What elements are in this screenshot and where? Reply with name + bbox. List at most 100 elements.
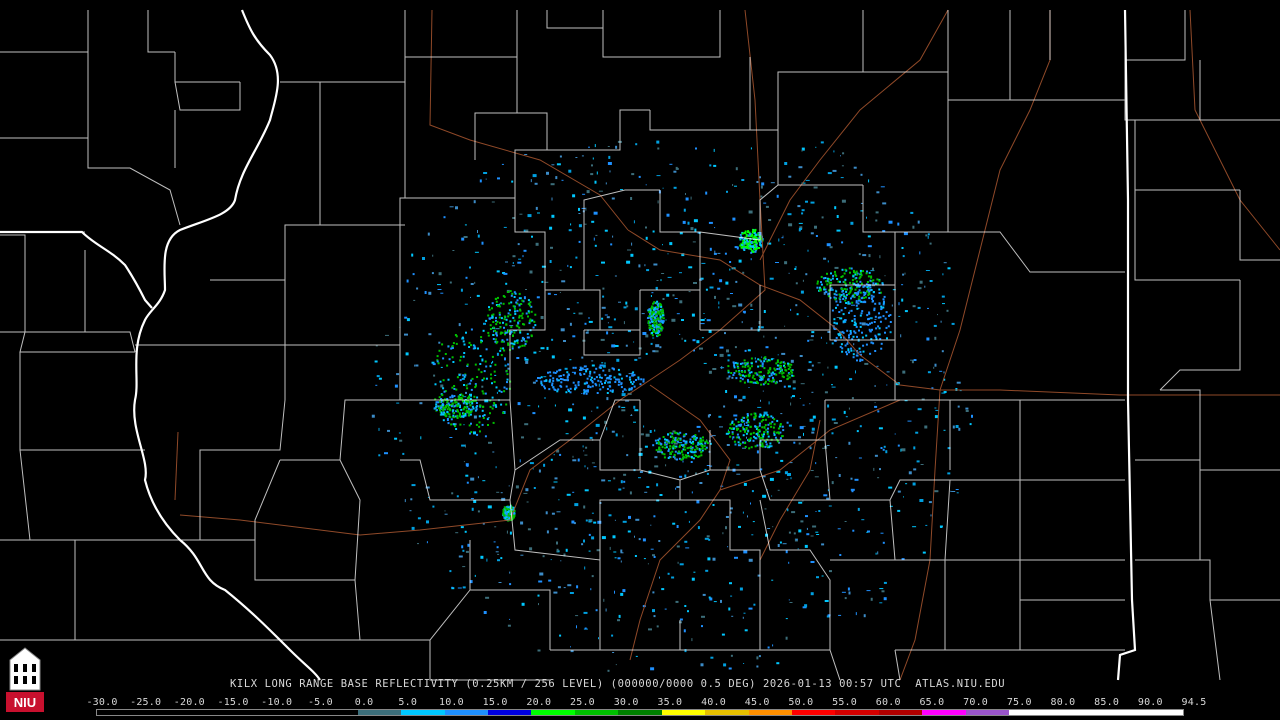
- echo-pixel: [748, 607, 753, 610]
- echo-pixel: [489, 324, 492, 327]
- echo-pixel: [816, 286, 819, 289]
- echo-pixel: [503, 295, 506, 298]
- echo-pixel: [631, 173, 635, 176]
- echo-pixel: [481, 358, 484, 362]
- echo-pixel: [577, 384, 580, 387]
- echo-pixel: [693, 454, 696, 457]
- echo-pixel: [848, 311, 850, 314]
- echo-pixel: [743, 482, 747, 486]
- echo-pixel: [485, 319, 488, 322]
- echo-pixel: [513, 291, 516, 294]
- echo-pixel: [902, 255, 905, 258]
- echo-pixel: [679, 272, 682, 274]
- colorbar-tick-label: 20.0: [526, 697, 552, 708]
- echo-pixel: [634, 358, 638, 361]
- echo-pixel: [601, 479, 606, 482]
- echo-pixel: [897, 490, 901, 493]
- echo-pixel: [606, 397, 609, 401]
- echo-pixel: [859, 359, 862, 362]
- echo-pixel: [901, 298, 904, 302]
- echo-pixel: [491, 396, 494, 399]
- echo-pixel: [458, 323, 461, 327]
- echo-pixel: [883, 295, 886, 298]
- echo-pixel: [816, 576, 819, 579]
- echo-pixel: [451, 356, 454, 359]
- echo-pixel: [926, 337, 930, 341]
- product-caption: KILX LONG RANGE BASE REFLECTIVITY (0.25K…: [230, 678, 1006, 690]
- echo-pixel: [502, 302, 505, 305]
- echo-pixel: [882, 315, 885, 318]
- echo-pixel: [449, 416, 452, 419]
- echo-pixel: [889, 331, 892, 334]
- echo-pixel: [796, 313, 799, 316]
- echo-pixel: [551, 197, 553, 201]
- echo-pixel: [481, 409, 484, 412]
- echo-pixel: [523, 338, 525, 341]
- echo-pixel: [576, 585, 579, 589]
- echo-pixel: [535, 242, 539, 246]
- echo-pixel: [692, 435, 695, 438]
- colorbar-tick-label: -30.0: [86, 697, 118, 708]
- echo-pixel: [606, 392, 609, 394]
- echo-pixel: [559, 634, 562, 637]
- echo-pixel: [507, 315, 510, 318]
- echo-pixel: [613, 376, 616, 379]
- echo-pixel: [532, 381, 536, 384]
- echo-pixel: [449, 409, 452, 412]
- colorbar-segment: [1052, 710, 1097, 715]
- echo-pixel: [844, 319, 847, 322]
- echo-pixel: [375, 384, 378, 386]
- echo-pixel: [475, 423, 478, 426]
- echo-pixel: [844, 521, 847, 522]
- echo-pixel: [615, 433, 618, 437]
- echo-pixel: [868, 271, 871, 274]
- echo-pixel: [723, 405, 726, 408]
- echo-pixel: [777, 489, 780, 491]
- echo-pixel: [468, 412, 471, 414]
- echo-pixel: [703, 445, 706, 448]
- echo-pixel: [482, 405, 484, 408]
- echo-pixel: [750, 240, 753, 243]
- echo-pixel: [505, 318, 508, 321]
- echo-pixel: [867, 245, 872, 248]
- echo-pixel: [459, 355, 462, 358]
- echo-pixel: [487, 314, 490, 317]
- echo-pixel: [800, 520, 804, 523]
- echo-pixel: [857, 299, 860, 302]
- echo-pixel: [765, 346, 769, 349]
- echo-pixel: [530, 310, 533, 313]
- echo-pixel: [459, 359, 462, 362]
- echo-pixel: [842, 313, 845, 316]
- echo-pixel: [728, 607, 731, 611]
- echo-pixel: [934, 407, 937, 409]
- echo-pixel: [879, 468, 881, 471]
- echo-pixel: [826, 243, 831, 247]
- echo-pixel: [956, 492, 959, 494]
- echo-pixel: [566, 308, 570, 310]
- echo-pixel: [455, 342, 458, 345]
- echo-pixel: [462, 340, 465, 343]
- echo-pixel: [489, 405, 492, 408]
- reflectivity-colorbar: [96, 709, 1184, 716]
- echo-pixel: [826, 272, 828, 275]
- echo-pixel: [476, 376, 479, 378]
- echo-pixel: [880, 532, 884, 534]
- echo-pixel: [699, 347, 703, 350]
- echo-pixel: [443, 390, 446, 393]
- echo-pixel: [505, 403, 508, 406]
- echo-pixel: [770, 374, 773, 377]
- echo-pixel: [756, 246, 759, 249]
- echo-pixel: [776, 662, 780, 665]
- echo-pixel: [657, 442, 660, 445]
- echo-pixel: [933, 324, 937, 327]
- echo-pixel: [779, 541, 782, 544]
- echo-pixel: [565, 433, 569, 435]
- echo-pixel: [519, 213, 523, 215]
- echo-pixel: [875, 336, 878, 339]
- echo-pixel: [444, 510, 446, 512]
- echo-pixel: [561, 179, 564, 181]
- echo-pixel: [863, 300, 866, 303]
- echo-pixel: [855, 612, 857, 616]
- echo-pixel: [611, 430, 615, 433]
- echo-pixel: [500, 557, 503, 560]
